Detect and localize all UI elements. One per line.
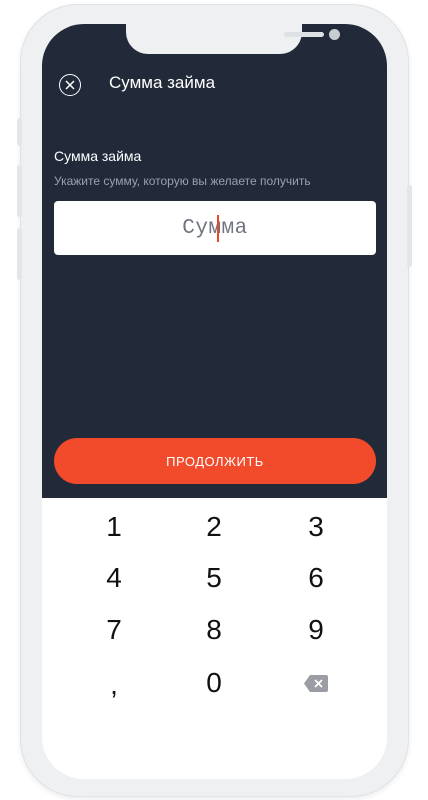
key-0[interactable]: 0 <box>164 658 264 708</box>
phone-side-button <box>17 118 22 146</box>
key-9[interactable]: 9 <box>266 605 366 655</box>
form-area: Сумма займа Сумма займа Укажите сумму, к… <box>42 24 387 498</box>
key-comma[interactable]: , <box>64 660 164 710</box>
front-camera <box>329 29 340 40</box>
amount-hint: Укажите сумму, которую вы желаете получи… <box>54 174 311 188</box>
app-screen: Сумма займа Сумма займа Укажите сумму, к… <box>42 24 387 779</box>
continue-button[interactable]: ПРОДОЛЖИТЬ <box>54 438 376 484</box>
text-caret <box>217 214 220 242</box>
phone-notch <box>126 24 340 54</box>
amount-placeholder: Сумма <box>182 214 248 242</box>
phone-volume-down-button <box>17 228 22 280</box>
backspace-button[interactable] <box>266 658 366 708</box>
phone-power-button <box>407 185 412 267</box>
page-title: Сумма займа <box>109 73 216 92</box>
key-6[interactable]: 6 <box>266 553 366 603</box>
key-3[interactable]: 3 <box>266 502 366 552</box>
key-4[interactable]: 4 <box>64 553 164 603</box>
backspace-icon <box>304 674 328 692</box>
numeric-keypad: 1 2 3 4 5 6 7 8 9 , 0 <box>42 498 387 779</box>
phone-volume-up-button <box>17 165 22 217</box>
close-icon <box>65 80 75 90</box>
key-2[interactable]: 2 <box>164 502 264 552</box>
key-1[interactable]: 1 <box>64 502 164 552</box>
close-button[interactable] <box>59 74 81 96</box>
key-5[interactable]: 5 <box>164 553 264 603</box>
amount-input[interactable]: Сумма <box>54 201 376 255</box>
key-8[interactable]: 8 <box>164 605 264 655</box>
key-7[interactable]: 7 <box>64 605 164 655</box>
amount-label: Сумма займа <box>54 148 142 164</box>
speaker-grille <box>284 32 324 37</box>
